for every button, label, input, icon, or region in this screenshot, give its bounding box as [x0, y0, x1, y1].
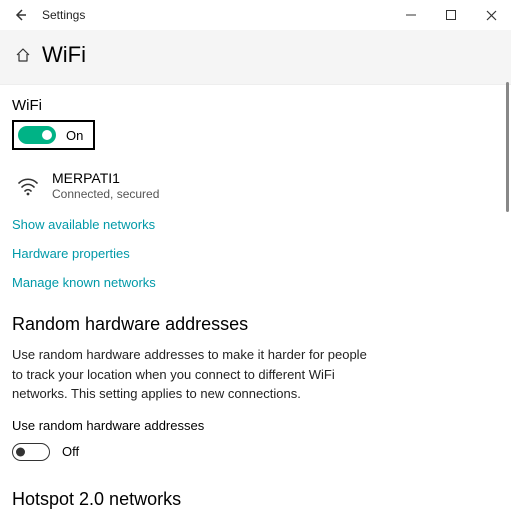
hardware-properties-link[interactable]: Hardware properties	[12, 246, 497, 261]
current-network[interactable]: MERPATI1 Connected, secured	[12, 170, 497, 201]
hotspot-title: Hotspot 2.0 networks	[12, 489, 497, 510]
network-name: MERPATI1	[52, 170, 159, 186]
random-hw-toggle-state: Off	[62, 444, 79, 459]
page-title: WiFi	[42, 42, 86, 68]
manage-known-networks-link[interactable]: Manage known networks	[12, 275, 497, 290]
page-header: WiFi	[0, 30, 511, 85]
random-hw-toggle-label: Use random hardware addresses	[12, 418, 497, 433]
random-hw-toggle[interactable]	[12, 443, 50, 461]
home-icon[interactable]	[14, 46, 32, 64]
wifi-icon	[16, 174, 40, 198]
random-hw-description: Use random hardware addresses to make it…	[12, 345, 372, 404]
minimize-button[interactable]	[391, 0, 431, 30]
wifi-toggle-row: On	[12, 120, 95, 150]
back-button[interactable]	[6, 1, 34, 29]
network-status: Connected, secured	[52, 187, 159, 201]
titlebar: Settings	[0, 0, 511, 30]
scrollbar[interactable]	[506, 82, 509, 212]
window-title: Settings	[42, 8, 85, 22]
wifi-toggle[interactable]	[18, 126, 56, 144]
content-area: WiFi On MERPATI1 Connected, secured Show…	[0, 85, 511, 515]
wifi-section-label: WiFi	[12, 97, 497, 114]
random-hw-toggle-row: Off	[12, 439, 79, 465]
wifi-toggle-state: On	[66, 128, 83, 143]
random-hw-title: Random hardware addresses	[12, 314, 497, 335]
show-networks-link[interactable]: Show available networks	[12, 217, 497, 232]
maximize-button[interactable]	[431, 0, 471, 30]
close-button[interactable]	[471, 0, 511, 30]
